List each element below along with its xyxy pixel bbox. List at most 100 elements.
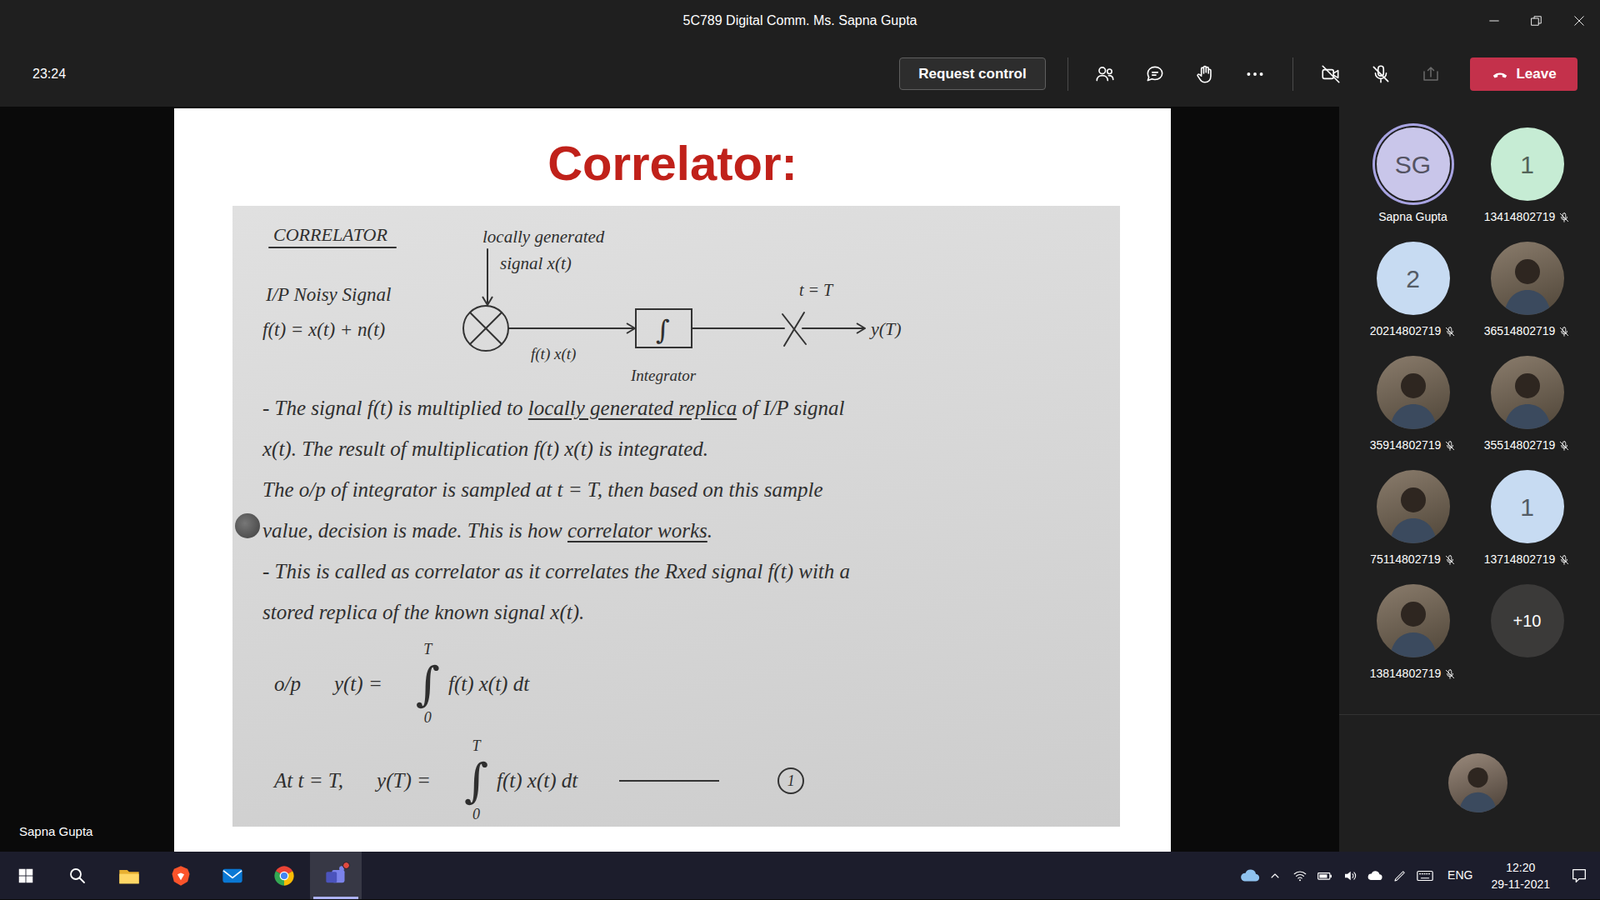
taskbar-app[interactable] bbox=[103, 851, 155, 900]
note-segment: locally generated replica bbox=[528, 396, 737, 420]
mic-muted-icon bbox=[1558, 211, 1570, 224]
participant-name: 13814802719 bbox=[1370, 665, 1442, 683]
participant-tile[interactable]: 13814802719 bbox=[1355, 584, 1470, 699]
avatar: 1 bbox=[1490, 127, 1565, 201]
share-button[interactable] bbox=[1405, 53, 1456, 95]
avatar-initials: 1 bbox=[1520, 145, 1535, 184]
tray-item[interactable] bbox=[1362, 851, 1388, 900]
mic-muted-icon bbox=[1444, 554, 1456, 566]
equation: o/py(t) =T∫0f(t) x(t) dt bbox=[232, 639, 1120, 730]
equation: At t = T,y(T) =T∫0f(t) x(t) dt1 bbox=[232, 735, 1120, 826]
note-line: - This is called as correlator as it cor… bbox=[262, 550, 1107, 592]
participant-name: 35914802719 bbox=[1370, 436, 1442, 455]
shared-screen: Correlator:CORRELATORlocally generatedsi… bbox=[0, 106, 1340, 852]
tray-item[interactable] bbox=[1237, 851, 1263, 900]
tray-item[interactable] bbox=[1312, 851, 1338, 900]
chat-button[interactable] bbox=[1130, 53, 1180, 95]
minimize-button[interactable] bbox=[1472, 0, 1515, 41]
avatar-photo bbox=[1490, 241, 1565, 315]
avatar-photo bbox=[1376, 584, 1450, 658]
note-segment: x(t). The result of multiplication f(t) … bbox=[262, 437, 709, 460]
person-photo-icon bbox=[1376, 584, 1450, 658]
more-participants[interactable]: +10 bbox=[1470, 584, 1585, 699]
slide-title: Correlator: bbox=[174, 108, 1171, 206]
participant-tile[interactable]: 35914802719 bbox=[1355, 355, 1470, 470]
participant-name: 36514802719 bbox=[1484, 322, 1556, 340]
notification-dot bbox=[342, 861, 350, 870]
folder-icon bbox=[117, 864, 141, 888]
avatar: 1 bbox=[1490, 470, 1565, 544]
avatar-ring bbox=[1376, 355, 1450, 430]
restore-icon bbox=[1529, 13, 1545, 29]
taskbar-app[interactable] bbox=[310, 851, 362, 900]
close-button[interactable] bbox=[1557, 0, 1600, 41]
chat-icon bbox=[1144, 63, 1166, 85]
taskbar-app[interactable] bbox=[206, 851, 259, 900]
self-avatar[interactable] bbox=[1448, 753, 1508, 813]
people-icon bbox=[1094, 63, 1116, 85]
participant-tile[interactable]: 36514802719 bbox=[1470, 241, 1585, 356]
correlator-diagram: CORRELATORlocally generatedsignal x(t)I/… bbox=[232, 205, 1120, 388]
overflow-count: +10 bbox=[1490, 584, 1565, 658]
integral-icon: ∫ bbox=[464, 755, 489, 807]
participant-tile[interactable]: 75114802719 bbox=[1355, 470, 1470, 585]
participant-tile[interactable]: 35514802719 bbox=[1470, 355, 1585, 470]
note-line: value, decision is made. This is how cor… bbox=[262, 510, 1107, 551]
more-button[interactable] bbox=[1230, 53, 1280, 95]
avatar-photo bbox=[1490, 355, 1565, 430]
punch-hole bbox=[235, 513, 260, 539]
avatar-initials: 2 bbox=[1405, 260, 1420, 298]
participants-button[interactable] bbox=[1080, 53, 1130, 95]
slide: Correlator:CORRELATORlocally generatedsi… bbox=[174, 108, 1171, 852]
participant-name: 13714802719 bbox=[1484, 550, 1556, 569]
upper-limit: T bbox=[423, 641, 432, 659]
note-line: x(t). The result of multiplication f(t) … bbox=[262, 428, 1107, 470]
tray-item[interactable] bbox=[1412, 851, 1438, 900]
minimize-icon bbox=[1486, 13, 1502, 29]
participant-tile[interactable]: SGSapna Gupta bbox=[1355, 127, 1470, 242]
integral-sign: ∫ bbox=[655, 314, 670, 346]
avatar: 2 bbox=[1376, 241, 1450, 315]
battery-icon bbox=[1316, 867, 1334, 885]
restore-button[interactable] bbox=[1515, 0, 1558, 41]
pen-icon bbox=[1392, 868, 1408, 884]
tray-item[interactable] bbox=[1337, 851, 1363, 900]
clock[interactable]: 12:2029-11-2021 bbox=[1482, 859, 1559, 893]
request-control-button[interactable]: Request control bbox=[899, 57, 1046, 90]
taskbar-app[interactable] bbox=[258, 851, 310, 900]
clock-time: 12:20 bbox=[1490, 859, 1550, 876]
taskbar-app[interactable] bbox=[51, 851, 104, 900]
raise-hand-button[interactable] bbox=[1180, 53, 1230, 95]
participant-name: 75114802719 bbox=[1370, 550, 1441, 569]
keyboard-icon bbox=[1415, 866, 1435, 885]
mic-button[interactable] bbox=[1355, 53, 1406, 95]
action-center[interactable] bbox=[1558, 851, 1600, 900]
participant-name: 35514802719 bbox=[1484, 436, 1556, 455]
taskbar-app[interactable] bbox=[155, 851, 207, 900]
lower-limit: 0 bbox=[472, 806, 480, 824]
multiplier-icon bbox=[463, 305, 509, 351]
participant-tile[interactable]: 220214802719 bbox=[1355, 241, 1470, 356]
avatar-initials: SG bbox=[1395, 145, 1431, 184]
taskbar-app[interactable] bbox=[0, 851, 52, 900]
title-bar: 5C789 Digital Comm. Ms. Sapna Gupta bbox=[0, 0, 1600, 41]
presenter-name: Sapna Gupta bbox=[19, 822, 93, 842]
participant-tile[interactable]: 113414802719 bbox=[1470, 127, 1585, 242]
meeting-toolbar: 23:24Request controlLeave bbox=[0, 40, 1600, 107]
sample-time-label: t = T bbox=[799, 280, 835, 300]
language-indicator[interactable]: ENG bbox=[1437, 866, 1483, 885]
leave-button[interactable]: Leave bbox=[1470, 57, 1578, 91]
tray-item[interactable] bbox=[1387, 851, 1413, 900]
tray-item[interactable] bbox=[1262, 851, 1288, 900]
tray-item[interactable] bbox=[1287, 851, 1313, 900]
note-segment: - This is called as correlator as it cor… bbox=[262, 560, 850, 583]
note-line: The o/p of integrator is sampled at t = … bbox=[262, 469, 1107, 510]
avatar: SG bbox=[1376, 127, 1450, 201]
integrator-label: Integrator bbox=[630, 366, 697, 385]
participant-tile[interactable]: 1 13714802719 bbox=[1470, 470, 1585, 585]
clock-date: 29-11-2021 bbox=[1490, 875, 1550, 893]
camera-button[interactable] bbox=[1305, 53, 1356, 95]
equation-lhs: y(t) = bbox=[334, 668, 383, 700]
integral-icon: ∫ bbox=[415, 658, 440, 710]
participants-panel: SGSapna Gupta113414802719220214802719 365… bbox=[1339, 106, 1600, 852]
